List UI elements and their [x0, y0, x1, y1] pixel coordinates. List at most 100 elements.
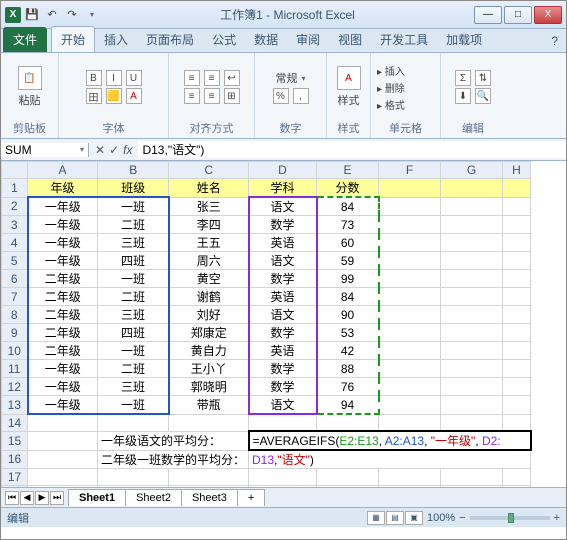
percent-icon[interactable]: %: [273, 88, 289, 104]
group-number: 数字: [261, 119, 320, 136]
tab-review[interactable]: 审阅: [287, 27, 329, 52]
spreadsheet-grid[interactable]: A B C D E F G H 1 年级班级姓名学科分数 2一年级一班张三语文8…: [1, 161, 566, 487]
styles-icon: A: [337, 66, 361, 90]
qat-save[interactable]: 💾: [23, 6, 41, 24]
qat-undo[interactable]: ↶: [43, 6, 61, 24]
table-row[interactable]: 7二年级二班谢鹤英语84: [2, 288, 531, 306]
table-row[interactable]: 8二年级三班刘好语文90: [2, 306, 531, 324]
font-color-icon[interactable]: A: [126, 88, 142, 104]
group-align: 对齐方式: [175, 119, 248, 136]
tab-home[interactable]: 开始: [51, 26, 95, 52]
qat-customize[interactable]: ▾: [83, 6, 101, 24]
cells-format[interactable]: ▸ 格式: [377, 97, 405, 112]
underline-icon[interactable]: U: [126, 70, 142, 86]
align-center-icon[interactable]: ≡: [204, 88, 220, 104]
cancel-formula-icon[interactable]: ✕: [95, 143, 105, 157]
group-font: 字体: [65, 119, 162, 136]
table-row[interactable]: 3一年级二班李四数学73: [2, 216, 531, 234]
enter-formula-icon[interactable]: ✓: [109, 143, 119, 157]
paste-button[interactable]: 📋 粘贴: [18, 66, 42, 108]
view-normal-icon[interactable]: ▦: [367, 511, 385, 525]
table-row[interactable]: 16 二年级一班数学的平均分： D13,"语文"): [2, 450, 531, 469]
view-break-icon[interactable]: ▣: [405, 511, 423, 525]
align-top-icon[interactable]: ≡: [184, 70, 200, 86]
minimize-button[interactable]: —: [474, 6, 502, 24]
find-icon[interactable]: 🔍: [475, 88, 491, 104]
autosum-icon[interactable]: Σ: [455, 70, 471, 86]
close-button[interactable]: X: [534, 6, 562, 24]
col-F[interactable]: F: [379, 162, 441, 179]
fill-icon[interactable]: ⬇: [455, 88, 471, 104]
table-row[interactable]: 4一年级三班王五英语60: [2, 234, 531, 252]
col-A[interactable]: A: [28, 162, 98, 179]
active-cell[interactable]: =AVERAGEIFS(E2:E13, A2:A13, "一年级", D2:: [249, 431, 531, 450]
view-layout-icon[interactable]: ▤: [386, 511, 404, 525]
table-row[interactable]: 9二年级四班郑康定数学53: [2, 324, 531, 342]
border-icon[interactable]: 田: [86, 88, 102, 104]
sheet-nav-first[interactable]: ⏮: [5, 491, 19, 505]
styles-button[interactable]: A 样式: [337, 66, 361, 108]
col-E[interactable]: E: [317, 162, 379, 179]
fx-icon[interactable]: fx: [123, 143, 132, 157]
sheet-tab-3[interactable]: Sheet3: [181, 489, 238, 506]
cells-insert[interactable]: ▸ 插入: [377, 63, 405, 78]
tab-file[interactable]: 文件: [3, 27, 47, 52]
tab-addins[interactable]: 加载项: [437, 27, 491, 52]
zoom-in[interactable]: +: [554, 512, 560, 524]
cells-delete[interactable]: ▸ 删除: [377, 80, 405, 95]
sheet-nav-prev[interactable]: ◀: [20, 491, 34, 505]
sheet-tab-new[interactable]: +: [237, 489, 265, 506]
comma-icon[interactable]: ,: [293, 88, 309, 104]
table-row[interactable]: 11一年级二班王小丫数学88: [2, 360, 531, 378]
name-box[interactable]: SUM▾: [1, 143, 89, 157]
sheet-nav-last[interactable]: ⏭: [50, 491, 64, 505]
select-all[interactable]: [2, 162, 28, 179]
tab-insert[interactable]: 插入: [95, 27, 137, 52]
table-row[interactable]: 17: [2, 469, 531, 486]
maximize-button[interactable]: □: [504, 6, 532, 24]
table-row[interactable]: 15 一年级语文的平均分： =AVERAGEIFS(E2:E13, A2:A13…: [2, 431, 531, 450]
fill-color-icon[interactable]: 🟨: [106, 88, 122, 104]
table-row[interactable]: 1 年级班级姓名学科分数: [2, 179, 531, 198]
col-C[interactable]: C: [169, 162, 249, 179]
table-row[interactable]: 10二年级一班黄自力英语42: [2, 342, 531, 360]
table-row[interactable]: 5一年级四班周六语文59: [2, 252, 531, 270]
formula-bar[interactable]: D13,"语文"): [138, 141, 566, 158]
italic-icon[interactable]: I: [106, 70, 122, 86]
window-title: 工作簿1 - Microsoft Excel: [220, 6, 355, 23]
bold-icon[interactable]: B: [86, 70, 102, 86]
sheet-tab-2[interactable]: Sheet2: [125, 489, 182, 506]
table-row[interactable]: 6二年级一班黄空数学99: [2, 270, 531, 288]
qat-redo[interactable]: ↷: [63, 6, 81, 24]
wrap-icon[interactable]: ↩: [224, 70, 240, 86]
zoom-slider[interactable]: [470, 516, 550, 520]
sheet-tab-1[interactable]: Sheet1: [68, 489, 126, 506]
sheet-nav-next[interactable]: ▶: [35, 491, 49, 505]
zoom-out[interactable]: −: [459, 512, 465, 524]
tab-formulas[interactable]: 公式: [203, 27, 245, 52]
ribbon-help-icon[interactable]: ?: [543, 30, 566, 52]
table-row[interactable]: 14: [2, 414, 531, 431]
table-row[interactable]: 2一年级一班张三语文84: [2, 197, 531, 216]
table-row[interactable]: 13一年级一班带瓶语文94: [2, 396, 531, 415]
tab-layout[interactable]: 页面布局: [137, 27, 203, 52]
group-cells: 单元格: [377, 119, 434, 136]
align-mid-icon[interactable]: ≡: [204, 70, 220, 86]
tab-data[interactable]: 数据: [245, 27, 287, 52]
summary-label-2: 二年级一班数学的平均分：: [98, 450, 249, 469]
table-row[interactable]: 12一年级三班郭晓明数学76: [2, 378, 531, 396]
zoom-level[interactable]: 100%: [427, 512, 455, 524]
group-clipboard: 剪贴板: [7, 119, 52, 136]
number-format[interactable]: 常规 ▾: [275, 70, 305, 86]
align-left-icon[interactable]: ≡: [184, 88, 200, 104]
table-row[interactable]: 18: [2, 486, 531, 488]
col-D[interactable]: D: [249, 162, 317, 179]
status-mode: 编辑: [7, 510, 29, 526]
tab-dev[interactable]: 开发工具: [371, 27, 437, 52]
col-H[interactable]: H: [503, 162, 531, 179]
merge-icon[interactable]: ⊞: [224, 88, 240, 104]
sort-icon[interactable]: ⇅: [475, 70, 491, 86]
col-G[interactable]: G: [441, 162, 503, 179]
col-B[interactable]: B: [98, 162, 169, 179]
tab-view[interactable]: 视图: [329, 27, 371, 52]
